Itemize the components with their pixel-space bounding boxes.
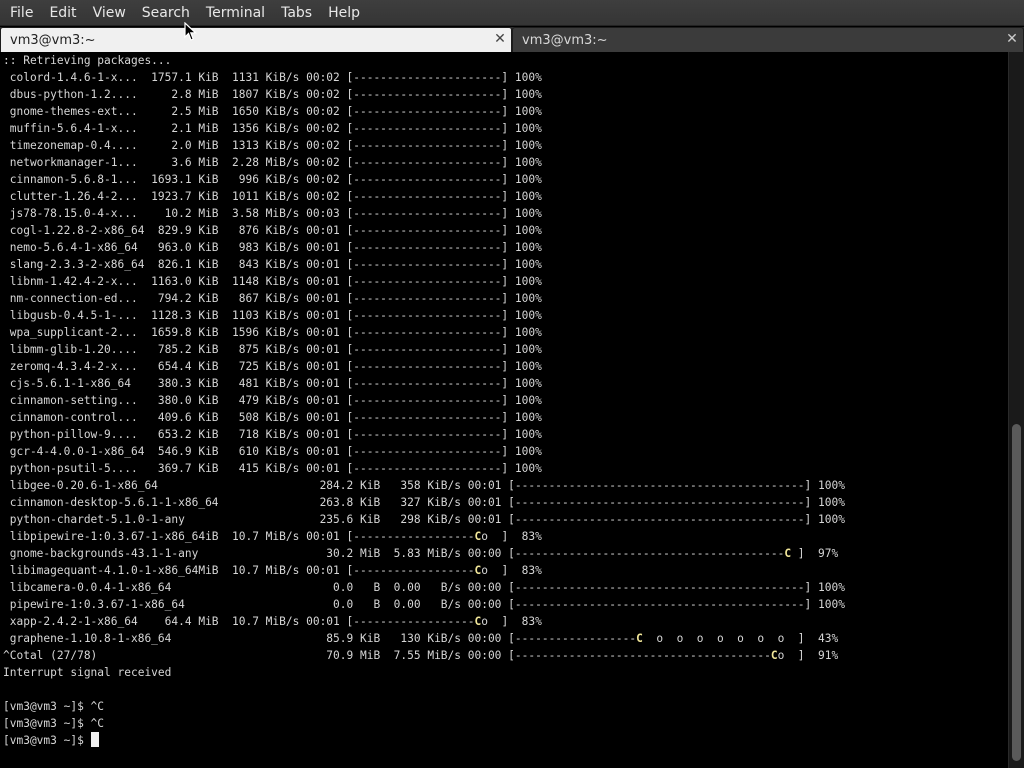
- terminal-line: timezonemap-0.4.... 2.0 MiB 1313 KiB/s 0…: [3, 139, 542, 152]
- terminal-line: gcr-4-4.0.0-1-x86_64 546.9 KiB 610 KiB/s…: [3, 445, 542, 458]
- terminal-line: libnm-1.42.4-2-x... 1163.0 KiB 1148 KiB/…: [3, 275, 542, 288]
- menu-file[interactable]: File: [2, 1, 41, 25]
- terminal-line: libgee-0.20.6-1-x86_64 284.2 KiB 358 KiB…: [3, 479, 845, 492]
- terminal-line: colord-1.4.6-1-x... 1757.1 KiB 1131 KiB/…: [3, 71, 542, 84]
- close-icon[interactable]: ✕: [1005, 32, 1019, 46]
- tab-2[interactable]: vm3@vm3:~ ✕: [512, 27, 1024, 52]
- terminal-line: cinnamon-desktop-5.6.1-1-x86_64 263.8 Ki…: [3, 496, 845, 509]
- terminal-line: graphene-1.10.8-1-x86_64 85.9 KiB 130 Ki…: [3, 632, 839, 645]
- menu-view[interactable]: View: [85, 1, 134, 25]
- tab-bar: vm3@vm3:~ ✕ vm3@vm3:~ ✕: [0, 27, 1024, 52]
- terminal-line: wpa_supplicant-2... 1659.8 KiB 1596 KiB/…: [3, 326, 542, 339]
- tab-title: vm3@vm3:~: [522, 32, 608, 48]
- terminal-line: libcamera-0.0.4-1-x86_64 0.0 B 0.00 B/s …: [3, 581, 845, 594]
- terminal-line: cinnamon-5.6.8-1... 1693.1 KiB 996 KiB/s…: [3, 173, 542, 186]
- menu-bar: File Edit View Search Terminal Tabs Help: [0, 0, 1024, 26]
- terminal-line: :: Retrieving packages...: [3, 54, 172, 67]
- terminal-line: js78-78.15.0-4-x... 10.2 MiB 3.58 MiB/s …: [3, 207, 542, 220]
- terminal-line: ^Cotal (27/78) 70.9 MiB 7.55 MiB/s 00:00…: [3, 649, 839, 662]
- terminal-line: xapp-2.4.2-1-x86_64 64.4 MiB 10.7 MiB/s …: [3, 615, 542, 628]
- mouse-pointer-icon: [184, 22, 198, 41]
- tab-1[interactable]: vm3@vm3:~ ✕: [0, 27, 512, 52]
- terminal-line: pipewire-1:0.3.67-1-x86_64 0.0 B 0.00 B/…: [3, 598, 845, 611]
- text-cursor: [90, 732, 99, 747]
- terminal-line: muffin-5.6.4-1-x... 2.1 MiB 1356 KiB/s 0…: [3, 122, 542, 135]
- terminal-line: cjs-5.6.1-1-x86_64 380.3 KiB 481 KiB/s 0…: [3, 377, 542, 390]
- progress-chomper: C: [474, 530, 482, 543]
- terminal-line: zeromq-4.3.4-2-x... 654.4 KiB 725 KiB/s …: [3, 360, 542, 373]
- scrollbar-thumb[interactable]: [1012, 424, 1021, 761]
- terminal-line: gnome-themes-ext... 2.5 MiB 1650 KiB/s 0…: [3, 105, 542, 118]
- progress-chomper: C: [770, 649, 778, 662]
- terminal-prompt-line: [vm3@vm3 ~]$: [3, 732, 1008, 749]
- menu-tabs[interactable]: Tabs: [273, 1, 320, 25]
- terminal-line: libpipewire-1:0.3.67-1-x86_64iB 10.7 MiB…: [3, 530, 542, 543]
- menu-help[interactable]: Help: [320, 1, 368, 25]
- terminal-line: [vm3@vm3 ~]$ ^C: [3, 700, 105, 713]
- terminal-line: python-psutil-5.... 369.7 KiB 415 KiB/s …: [3, 462, 542, 475]
- terminal-line: networkmanager-1... 3.6 MiB 2.28 MiB/s 0…: [3, 156, 542, 169]
- terminal-line: [vm3@vm3 ~]$ ^C: [3, 717, 105, 730]
- menu-search[interactable]: Search: [134, 1, 198, 25]
- terminal-line: libmm-glib-1.20.... 785.2 KiB 875 KiB/s …: [3, 343, 542, 356]
- tab-title: vm3@vm3:~: [10, 32, 96, 48]
- terminal-line: slang-2.3.3-2-x86_64 826.1 KiB 843 KiB/s…: [3, 258, 542, 271]
- terminal-line: libimagequant-4.1.0-1-x86_64MiB 10.7 MiB…: [3, 564, 542, 577]
- terminal-line: gnome-backgrounds-43.1-1-any 30.2 MiB 5.…: [3, 547, 839, 560]
- terminal-line: python-chardet-5.1.0-1-any 235.6 KiB 298…: [3, 513, 845, 526]
- close-icon[interactable]: ✕: [493, 32, 507, 46]
- terminal-output[interactable]: :: Retrieving packages... colord-1.4.6-1…: [0, 52, 1008, 768]
- progress-chomper: C: [474, 564, 482, 577]
- terminal-text: :: Retrieving packages... colord-1.4.6-1…: [0, 52, 1008, 749]
- menu-edit[interactable]: Edit: [41, 1, 84, 25]
- terminal-line: cinnamon-setting... 380.0 KiB 479 KiB/s …: [3, 394, 542, 407]
- terminal-line: cinnamon-control... 409.6 KiB 508 KiB/s …: [3, 411, 542, 424]
- progress-chomper: C: [636, 632, 643, 645]
- menu-terminal[interactable]: Terminal: [198, 1, 273, 25]
- terminal-line: libgusb-0.4.5-1-... 1128.3 KiB 1103 KiB/…: [3, 309, 542, 322]
- terminal-line: nm-connection-ed... 794.2 KiB 867 KiB/s …: [3, 292, 542, 305]
- terminal-line: clutter-1.26.4-2... 1923.7 KiB 1011 KiB/…: [3, 190, 542, 203]
- progress-chomper: C: [474, 615, 482, 628]
- terminal-line: nemo-5.6.4-1-x86_64 963.0 KiB 983 KiB/s …: [3, 241, 542, 254]
- terminal-line: dbus-python-1.2.... 2.8 MiB 1807 KiB/s 0…: [3, 88, 542, 101]
- terminal-line: python-pillow-9.... 653.2 KiB 718 KiB/s …: [3, 428, 542, 441]
- progress-chomper: C: [784, 547, 792, 560]
- terminal-line: Interrupt signal received: [3, 666, 172, 679]
- terminal-line: cogl-1.22.8-2-x86_64 829.9 KiB 876 KiB/s…: [3, 224, 542, 237]
- terminal-scrollbar[interactable]: [1008, 52, 1024, 768]
